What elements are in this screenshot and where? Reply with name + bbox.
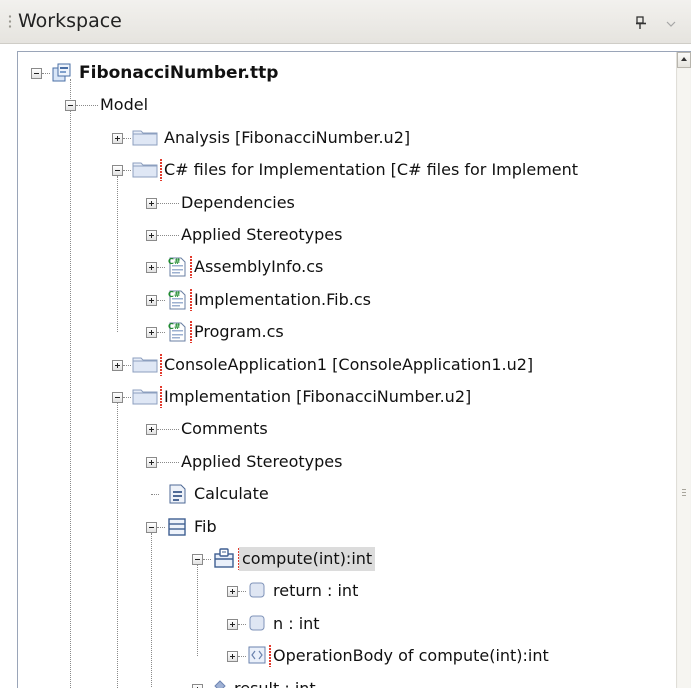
tree-item-label: n : int <box>273 613 320 633</box>
error-marker-icon <box>190 321 192 344</box>
tree-item-implementation-fib[interactable]: Implementation.Fib.cs <box>0 286 676 314</box>
tree-item-label: FibonacciNumber.ttp <box>79 63 279 83</box>
error-marker-icon <box>190 256 192 279</box>
error-marker-icon <box>269 645 271 668</box>
tree-item-project[interactable]: FibonacciNumber.ttp <box>0 59 676 87</box>
tree-item-assemblyinfo[interactable]: AssemblyInfo.cs <box>0 253 676 281</box>
error-marker-icon <box>160 386 162 408</box>
tree-item-comments[interactable]: Comments <box>0 415 676 443</box>
tree-item-label: Model <box>100 95 149 115</box>
tree-item-applied-stereotypes-1[interactable]: Applied Stereotypes <box>0 221 676 249</box>
tree-item-result[interactable]: result : int <box>0 675 676 688</box>
tree-item-implementation[interactable]: Implementation [FibonacciNumber.u2] <box>0 383 676 411</box>
tree-item-label: ConsoleApplication1 [ConsoleApplication1… <box>164 354 534 374</box>
tree-item-label: return : int <box>273 581 359 601</box>
tree-item-label: Applied Stereotypes <box>181 225 343 244</box>
tree-item-label: OperationBody of compute(int):int <box>273 646 549 666</box>
tree-rows: FibonacciNumber.ttp Model Analysis [Fibona… <box>0 0 676 688</box>
tree-item-label: Implementation.Fib.cs <box>194 289 371 309</box>
error-marker-icon <box>160 159 162 182</box>
tree-item-label: Program.cs <box>194 322 284 342</box>
scroll-thumb[interactable] <box>678 69 690 688</box>
tree-item-n[interactable]: n : int <box>0 610 676 638</box>
scroll-thumb-grip-icon <box>682 489 686 497</box>
tree-item-dependencies[interactable]: Dependencies <box>0 189 676 217</box>
tree-item-label: Fib <box>194 516 217 536</box>
tree-item-label: compute(int):int <box>239 547 376 571</box>
tree-item-label: result : int <box>234 675 316 688</box>
tree-item-label: Dependencies <box>181 192 295 212</box>
tree-item-label: Applied Stereotypes <box>181 451 343 471</box>
error-marker-icon <box>190 288 192 311</box>
tree-item-consoleapp[interactable]: ConsoleApplication1 [ConsoleApplication1… <box>0 351 676 379</box>
scroll-up-button[interactable] <box>677 52 691 68</box>
tree-item-label: Comments <box>181 419 268 439</box>
workspace-panel: Workspace FibonacciNumber.ttp Model Analys… <box>0 0 691 688</box>
tree-item-label: AssemblyInfo.cs <box>194 257 324 277</box>
tree-item-operationbody[interactable]: OperationBody of compute(int):int <box>0 642 676 670</box>
tree-item-calculate[interactable]: Calculate <box>0 480 676 508</box>
tree-item-label: Calculate <box>194 484 269 504</box>
tree-item-model[interactable]: Model <box>0 91 676 119</box>
tree-item-fib[interactable]: Fib <box>0 513 676 541</box>
tree-item-return[interactable]: return : int <box>0 577 676 605</box>
tree-item-analysis[interactable]: Analysis [FibonacciNumber.u2] <box>0 124 676 152</box>
vertical-scrollbar[interactable] <box>676 52 691 688</box>
tree-item-applied-stereotypes-2[interactable]: Applied Stereotypes <box>0 448 676 476</box>
error-marker-icon <box>160 353 162 376</box>
tree-item-label: Implementation [FibonacciNumber.u2] <box>164 387 472 406</box>
tree-item-label: C# files for Implementation [C# files fo… <box>164 160 579 180</box>
tree-item-csharp-files[interactable]: C# files for Implementation [C# files fo… <box>0 156 676 184</box>
tree-item-compute[interactable]: compute(int):int <box>0 545 676 573</box>
tree-item-program[interactable]: Program.cs <box>0 318 676 346</box>
tree-item-label: Analysis [FibonacciNumber.u2] <box>164 127 411 147</box>
